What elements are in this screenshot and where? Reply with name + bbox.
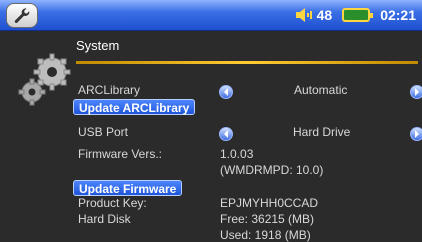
update-firmware-button[interactable]: Update Firmware — [73, 180, 183, 196]
section-title: System — [76, 38, 120, 53]
usb-port-value: Hard Drive — [293, 125, 351, 139]
hard-disk-label: Hard Disk — [78, 212, 131, 226]
update-arclibrary-button[interactable]: Update ARCLibrary — [73, 99, 196, 115]
left-arrow-icon[interactable] — [219, 85, 233, 99]
firmware-version: 1.0.03 — [220, 147, 254, 161]
status-indicators: 48 02:21 — [295, 5, 416, 25]
status-bar: 48 02:21 — [0, 0, 422, 31]
wrench-icon[interactable] — [6, 3, 38, 28]
arclibrary-label: ARCLibrary — [78, 83, 141, 97]
product-key-label: Product Key: — [78, 196, 147, 210]
wrench-glyph — [14, 7, 30, 23]
right-arrow-icon[interactable] — [410, 85, 422, 99]
firmware-drm-version: (WMDRMPD: 10.0) — [220, 163, 324, 177]
volume-level: 48 — [316, 7, 333, 23]
speaker-icon — [295, 8, 312, 22]
usb-port-label: USB Port — [78, 125, 129, 139]
left-arrow-icon[interactable] — [219, 127, 233, 141]
clock: 02:21 — [380, 7, 416, 23]
battery-icon — [342, 8, 374, 22]
hard-disk-used: Used: 1918 (MB) — [220, 228, 311, 242]
right-arrow-icon[interactable] — [410, 127, 422, 141]
gear-icon — [14, 48, 76, 110]
volume-indicator[interactable]: 48 — [295, 7, 333, 23]
title-rule — [76, 61, 418, 64]
product-key-value: EPJMYHH0CCAD — [220, 196, 319, 210]
arclibrary-value: Automatic — [294, 83, 348, 97]
hard-disk-free: Free: 36215 (MB) — [220, 212, 315, 226]
firmware-label: Firmware Vers.: — [78, 147, 163, 161]
